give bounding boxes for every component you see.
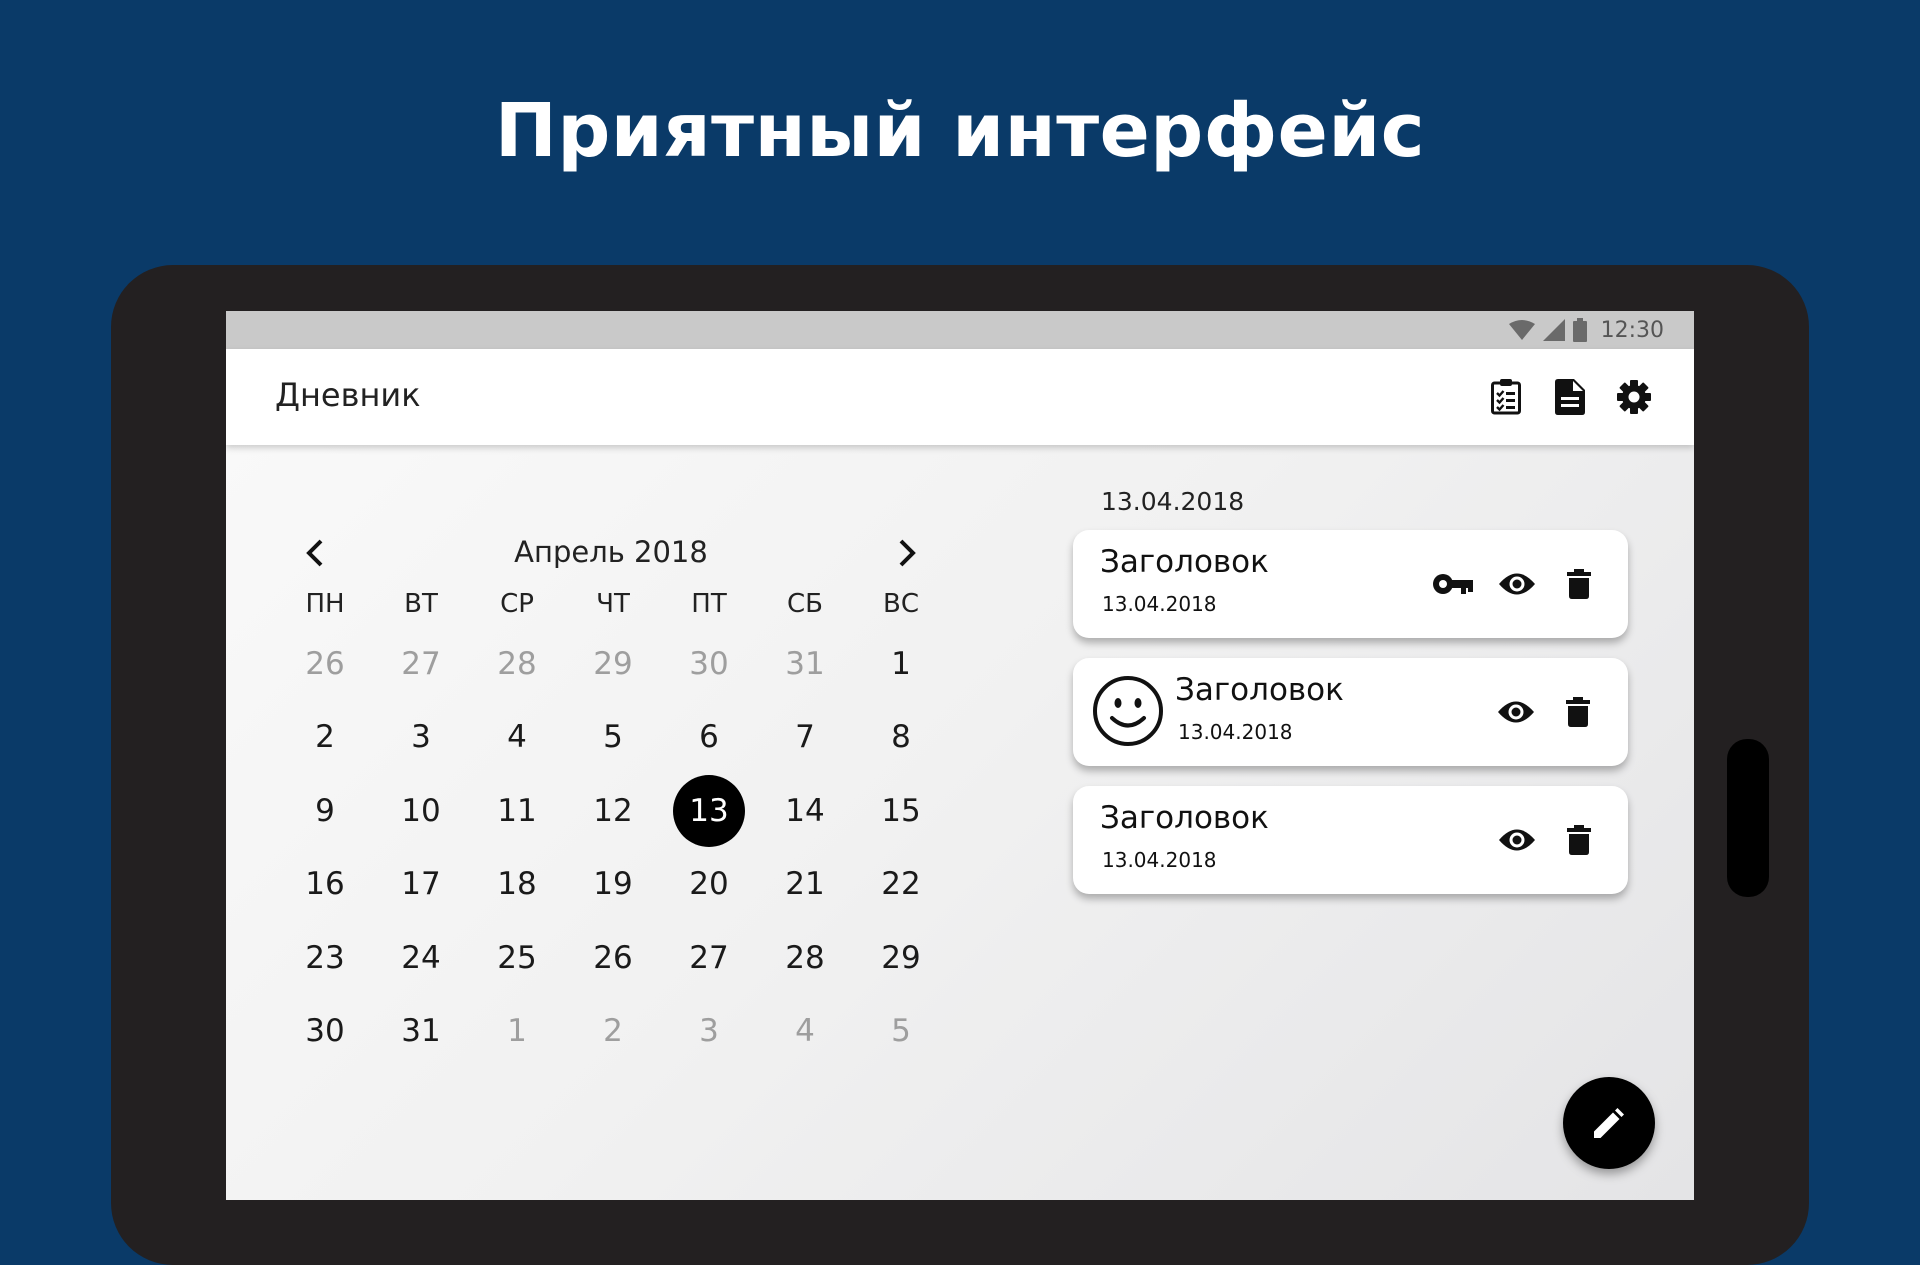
document-button[interactable] [1550, 377, 1590, 417]
calendar-day[interactable]: 9 [277, 774, 373, 848]
calendar-day[interactable]: 17 [373, 848, 469, 922]
weekday-label: ВС [883, 589, 919, 619]
entry-date: 13.04.2018 [1102, 848, 1217, 872]
calendar-day[interactable]: 2 [277, 701, 373, 775]
calendar-day[interactable]: 19 [565, 848, 661, 922]
calendar-grid: 26 27 28 29 30 31 1 2 3 4 5 6 7 8 9 10 1… [277, 627, 949, 1068]
eye-icon [1499, 573, 1535, 595]
trash-icon [1567, 825, 1591, 855]
calendar-day[interactable]: 27 [373, 627, 469, 701]
calendar-day[interactable]: 18 [469, 848, 565, 922]
tablet-side-button [1727, 739, 1769, 897]
view-button[interactable] [1496, 692, 1536, 732]
calendar-day[interactable]: 14 [757, 774, 853, 848]
calendar-day[interactable]: 31 [757, 627, 853, 701]
delete-button[interactable] [1559, 564, 1599, 604]
calendar-day[interactable]: 28 [757, 921, 853, 995]
calendar-day[interactable]: 29 [565, 627, 661, 701]
eye-icon [1499, 829, 1535, 851]
calendar-day[interactable]: 4 [469, 701, 565, 775]
status-time: 12:30 [1600, 317, 1664, 343]
calendar-day[interactable]: 2 [565, 995, 661, 1069]
entries-date-heading: 13.04.2018 [1101, 487, 1245, 516]
status-bar: 12:30 [226, 311, 1694, 349]
delete-button[interactable] [1558, 692, 1598, 732]
weekday-label: ВТ [404, 589, 438, 619]
calendar-day[interactable]: 8 [853, 701, 949, 775]
delete-button[interactable] [1559, 820, 1599, 860]
calendar-header: Апрель 2018 [296, 529, 926, 579]
entry-card[interactable]: Заголовок 13.04.2018 [1073, 786, 1628, 894]
calendar-day[interactable]: 24 [373, 921, 469, 995]
weekday-label: СР [500, 589, 534, 619]
calendar-day[interactable]: 29 [853, 921, 949, 995]
calendar-day[interactable]: 15 [853, 774, 949, 848]
entry-title: Заголовок [1100, 544, 1269, 580]
calendar-day[interactable]: 23 [277, 921, 373, 995]
entry-date: 13.04.2018 [1178, 720, 1293, 744]
calendar-day[interactable]: 16 [277, 848, 373, 922]
next-month-button[interactable] [886, 533, 926, 573]
calendar-day[interactable]: 25 [469, 921, 565, 995]
calendar-day[interactable]: 28 [469, 627, 565, 701]
key-icon [1433, 574, 1473, 594]
settings-icon [1617, 380, 1651, 414]
calendar-day[interactable]: 11 [469, 774, 565, 848]
calendar-day[interactable]: 6 [661, 701, 757, 775]
calendar-day[interactable]: 3 [373, 701, 469, 775]
calendar-day[interactable]: 30 [661, 627, 757, 701]
calendar-day[interactable]: 27 [661, 921, 757, 995]
lock-key-button[interactable] [1433, 564, 1473, 604]
weekday-label: ЧТ [596, 589, 630, 619]
wifi-icon [1508, 320, 1535, 340]
calendar-day[interactable]: 5 [853, 995, 949, 1069]
entry-title: Заголовок [1100, 800, 1269, 836]
headline: Приятный интерфейс [494, 88, 1426, 174]
weekday-label: ПТ [691, 589, 727, 619]
calendar-day[interactable]: 22 [853, 848, 949, 922]
calendar-day[interactable]: 1 [469, 995, 565, 1069]
calendar-day[interactable]: 30 [277, 995, 373, 1069]
calendar-day[interactable]: 1 [853, 627, 949, 701]
month-label: Апрель 2018 [514, 535, 708, 569]
calendar-day[interactable]: 3 [661, 995, 757, 1069]
entry-date: 13.04.2018 [1102, 592, 1217, 616]
entry-card[interactable]: Заголовок 13.04.2018 [1073, 658, 1628, 766]
view-button[interactable] [1497, 564, 1537, 604]
pencil-icon [1594, 1108, 1624, 1138]
view-button[interactable] [1497, 820, 1537, 860]
new-entry-fab[interactable] [1563, 1077, 1655, 1169]
calendar-day-selected[interactable]: 13 [661, 774, 757, 848]
calendar-day[interactable]: 26 [565, 921, 661, 995]
calendar-day[interactable]: 20 [661, 848, 757, 922]
weekday-label: СБ [787, 589, 823, 619]
checklist-icon [1491, 379, 1521, 415]
signal-icon [1542, 319, 1565, 341]
settings-button[interactable] [1614, 377, 1654, 417]
chevron-right-icon [899, 539, 916, 567]
trash-icon [1566, 697, 1590, 727]
eye-icon [1498, 701, 1534, 723]
app-title: Дневник [275, 376, 421, 414]
entry-card[interactable]: Заголовок 13.04.2018 [1073, 530, 1628, 638]
calendar-day[interactable]: 10 [373, 774, 469, 848]
calendar-day[interactable]: 4 [757, 995, 853, 1069]
trash-icon [1567, 569, 1591, 599]
mood-smiley-icon [1093, 676, 1163, 746]
calendar-day[interactable]: 21 [757, 848, 853, 922]
weekday-header: ПН ВТ СР ЧТ ПТ СБ ВС [277, 589, 949, 619]
battery-icon [1572, 318, 1587, 342]
calendar-day[interactable]: 5 [565, 701, 661, 775]
app-bar: Дневник [226, 349, 1694, 445]
weekday-label: ПН [305, 589, 345, 619]
app-screen: 12:30 Дневник Апрель 2018 ПН ВТ СР ЧТ ПТ… [226, 311, 1694, 1200]
checklist-button[interactable] [1486, 377, 1526, 417]
document-icon [1555, 379, 1585, 415]
calendar-day[interactable]: 12 [565, 774, 661, 848]
calendar-day[interactable]: 7 [757, 701, 853, 775]
calendar-day[interactable]: 31 [373, 995, 469, 1069]
calendar-day[interactable]: 26 [277, 627, 373, 701]
entry-title: Заголовок [1175, 672, 1344, 708]
